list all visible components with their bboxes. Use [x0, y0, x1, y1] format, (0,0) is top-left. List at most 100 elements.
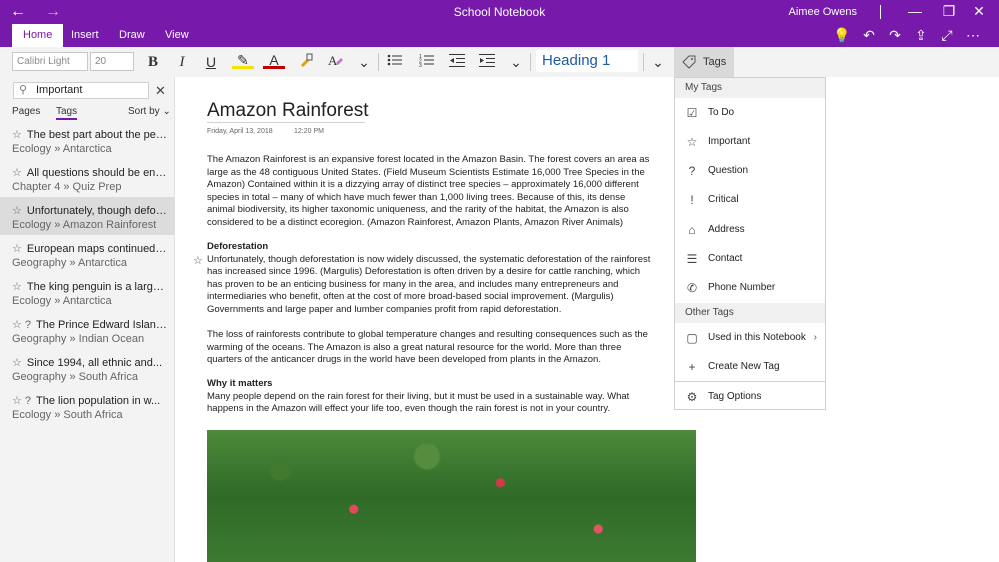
title-bar: ← → School Notebook Aimee Owens — ❐ ✕ [0, 0, 999, 24]
page-time: 12:20 PM [294, 128, 324, 135]
ribbon-divider [643, 53, 644, 71]
tab-tags[interactable]: Tags [56, 106, 77, 120]
used-in-notebook-item[interactable]: ▢ Used in this Notebook › [675, 326, 825, 350]
sort-by-button[interactable]: Sort by ⌄ [128, 106, 171, 117]
lightbulb-icon[interactable]: 💡 [833, 27, 851, 44]
numbered-list-icon[interactable]: 123 [416, 52, 438, 72]
paragraph-intro[interactable]: The Amazon Rainforest is an expansive fo… [207, 154, 655, 229]
tags-pane: ⚲ Important ✕ Pages Tags Sort by ⌄ ☆The … [0, 77, 175, 562]
gear-icon: ⚙ [685, 385, 699, 409]
increase-indent-icon[interactable] [476, 52, 498, 72]
tag-options-item[interactable]: ⚙ Tag Options [675, 385, 825, 409]
other-tags-header: Other Tags [675, 303, 825, 323]
rainforest-photo[interactable] [207, 430, 696, 562]
style-dropdown-icon[interactable]: ⌄ [647, 52, 669, 72]
ribbon-toolbar: Calibri Light 20 B I U ✎ A A ⌄ 123 ⌄ Hea… [0, 47, 999, 77]
home-icon: ⌂ [685, 218, 699, 242]
star-question-icon: ☆ ? [12, 319, 31, 331]
create-new-tag-item[interactable]: + Create New Tag [675, 355, 825, 379]
tag-label: Address [708, 218, 745, 242]
tags-label: Tags [703, 47, 726, 77]
star-icon: ☆ [12, 129, 22, 141]
share-icon[interactable]: ⇪ [912, 27, 930, 44]
search-icon: ⚲ [19, 83, 27, 98]
question-icon: ? [685, 159, 699, 183]
tag-item-question[interactable]: ? Question [675, 159, 825, 183]
format-painter-icon[interactable] [295, 52, 317, 72]
style-select[interactable]: Heading 1 [536, 50, 638, 72]
item-title: Unfortunately, though defor... [27, 205, 167, 217]
item-path: Ecology » South Africa [12, 409, 167, 421]
bold-button[interactable]: B [142, 52, 164, 72]
tab-insert[interactable]: Insert [60, 24, 110, 47]
font-size-input[interactable]: 20 [90, 52, 134, 71]
svg-text:A: A [328, 53, 338, 67]
note-page: Amazon Rainforest Friday, April 13, 2018… [176, 77, 674, 562]
tag-item-critical[interactable]: ! Critical [675, 188, 825, 212]
minimize-icon[interactable]: — [905, 3, 925, 19]
tag-item-to-do[interactable]: ☑ To Do [675, 101, 825, 125]
chevron-down-icon[interactable]: ⌄ [505, 52, 527, 72]
tag-item-phone-number[interactable]: ✆ Phone Number [675, 276, 825, 300]
tab-pages[interactable]: Pages [12, 106, 40, 117]
phone-icon: ✆ [685, 276, 699, 300]
tab-view[interactable]: View [154, 24, 200, 47]
fullscreen-icon[interactable]: ⤢ [938, 27, 956, 44]
list-item[interactable]: ☆ ?The Prince Edward Islands... Geograph… [0, 311, 175, 349]
tagged-notes-list: ☆The best part about the pen... Ecology … [0, 121, 175, 425]
font-color-icon[interactable]: A [263, 52, 285, 69]
tab-draw[interactable]: Draw [108, 24, 156, 47]
tag-label: To Do [708, 101, 734, 125]
tags-button[interactable]: Tags [674, 47, 734, 77]
ribbon-tabs: Home Insert Draw View 💡 ↶ ↷ ⇪ ⤢ ⋯ [0, 24, 999, 47]
list-item[interactable]: ☆The best part about the pen... Ecology … [0, 121, 175, 159]
item-path: Ecology » Antarctica [12, 143, 167, 155]
redo-icon[interactable]: ↷ [886, 27, 904, 44]
contact-card-icon: ☰ [685, 247, 699, 271]
ribbon-divider [530, 53, 531, 71]
tag-item-important[interactable]: ☆ Important [675, 130, 825, 154]
svg-text:3: 3 [419, 63, 422, 67]
tag-label: Critical [708, 188, 739, 212]
underline-button[interactable]: U [200, 52, 222, 72]
exclamation-icon: ! [685, 188, 699, 212]
list-item[interactable]: ☆ ?The lion population in w... Ecology »… [0, 387, 175, 425]
font-name-input[interactable]: Calibri Light [12, 52, 88, 71]
title-underline [207, 122, 365, 123]
chevron-down-icon[interactable]: ⌄ [353, 52, 375, 72]
user-name[interactable]: Aimee Owens [789, 6, 857, 18]
paragraph-loss[interactable]: The loss of rainforests contribute to gl… [207, 329, 655, 367]
close-icon[interactable]: ✕ [155, 83, 166, 99]
item-title: All questions should be engi... [27, 167, 167, 179]
menu-divider [675, 381, 825, 382]
more-icon[interactable]: ⋯ [964, 27, 982, 44]
decrease-indent-icon[interactable] [446, 52, 468, 72]
undo-icon[interactable]: ↶ [860, 27, 878, 44]
paragraph-why[interactable]: Why it matters Many people depend on the… [207, 378, 655, 416]
star-icon: ☆ [12, 281, 22, 293]
tag-item-contact[interactable]: ☰ Contact [675, 247, 825, 271]
italic-button[interactable]: I [171, 52, 193, 72]
item-path: Ecology » Amazon Rainforest [12, 219, 167, 231]
tag-label: Contact [708, 247, 742, 271]
list-item[interactable]: ☆The king penguin is a large... Ecology … [0, 273, 175, 311]
plus-icon: + [685, 355, 699, 379]
list-item[interactable]: ☆Unfortunately, though defor... Ecology … [0, 197, 175, 235]
tag-item-address[interactable]: ⌂ Address [675, 218, 825, 242]
clear-format-icon[interactable]: A [324, 52, 346, 72]
paragraph-deforestation[interactable]: Deforestation Unfortunately, though defo… [207, 241, 655, 316]
list-item[interactable]: ☆Since 1994, all ethnic and... Geography… [0, 349, 175, 387]
tab-home[interactable]: Home [12, 24, 63, 47]
tags-dropdown-menu: My Tags ☑ To Do ☆ Important ? Question !… [674, 77, 826, 410]
bullet-list-icon[interactable] [384, 52, 406, 72]
list-item[interactable]: ☆All questions should be engi... Chapter… [0, 159, 175, 197]
checkbox-icon: ☑ [685, 101, 699, 125]
page-title[interactable]: Amazon Rainforest [207, 100, 369, 122]
tag-search-input[interactable]: ⚲ Important [13, 82, 149, 99]
list-item[interactable]: ☆European maps continued to... Geography… [0, 235, 175, 273]
close-icon[interactable]: ✕ [969, 3, 989, 20]
create-new-tag-label: Create New Tag [708, 355, 780, 379]
search-value: Important [36, 84, 82, 96]
restore-icon[interactable]: ❐ [939, 3, 959, 20]
highlight-icon[interactable]: ✎ [232, 52, 254, 69]
